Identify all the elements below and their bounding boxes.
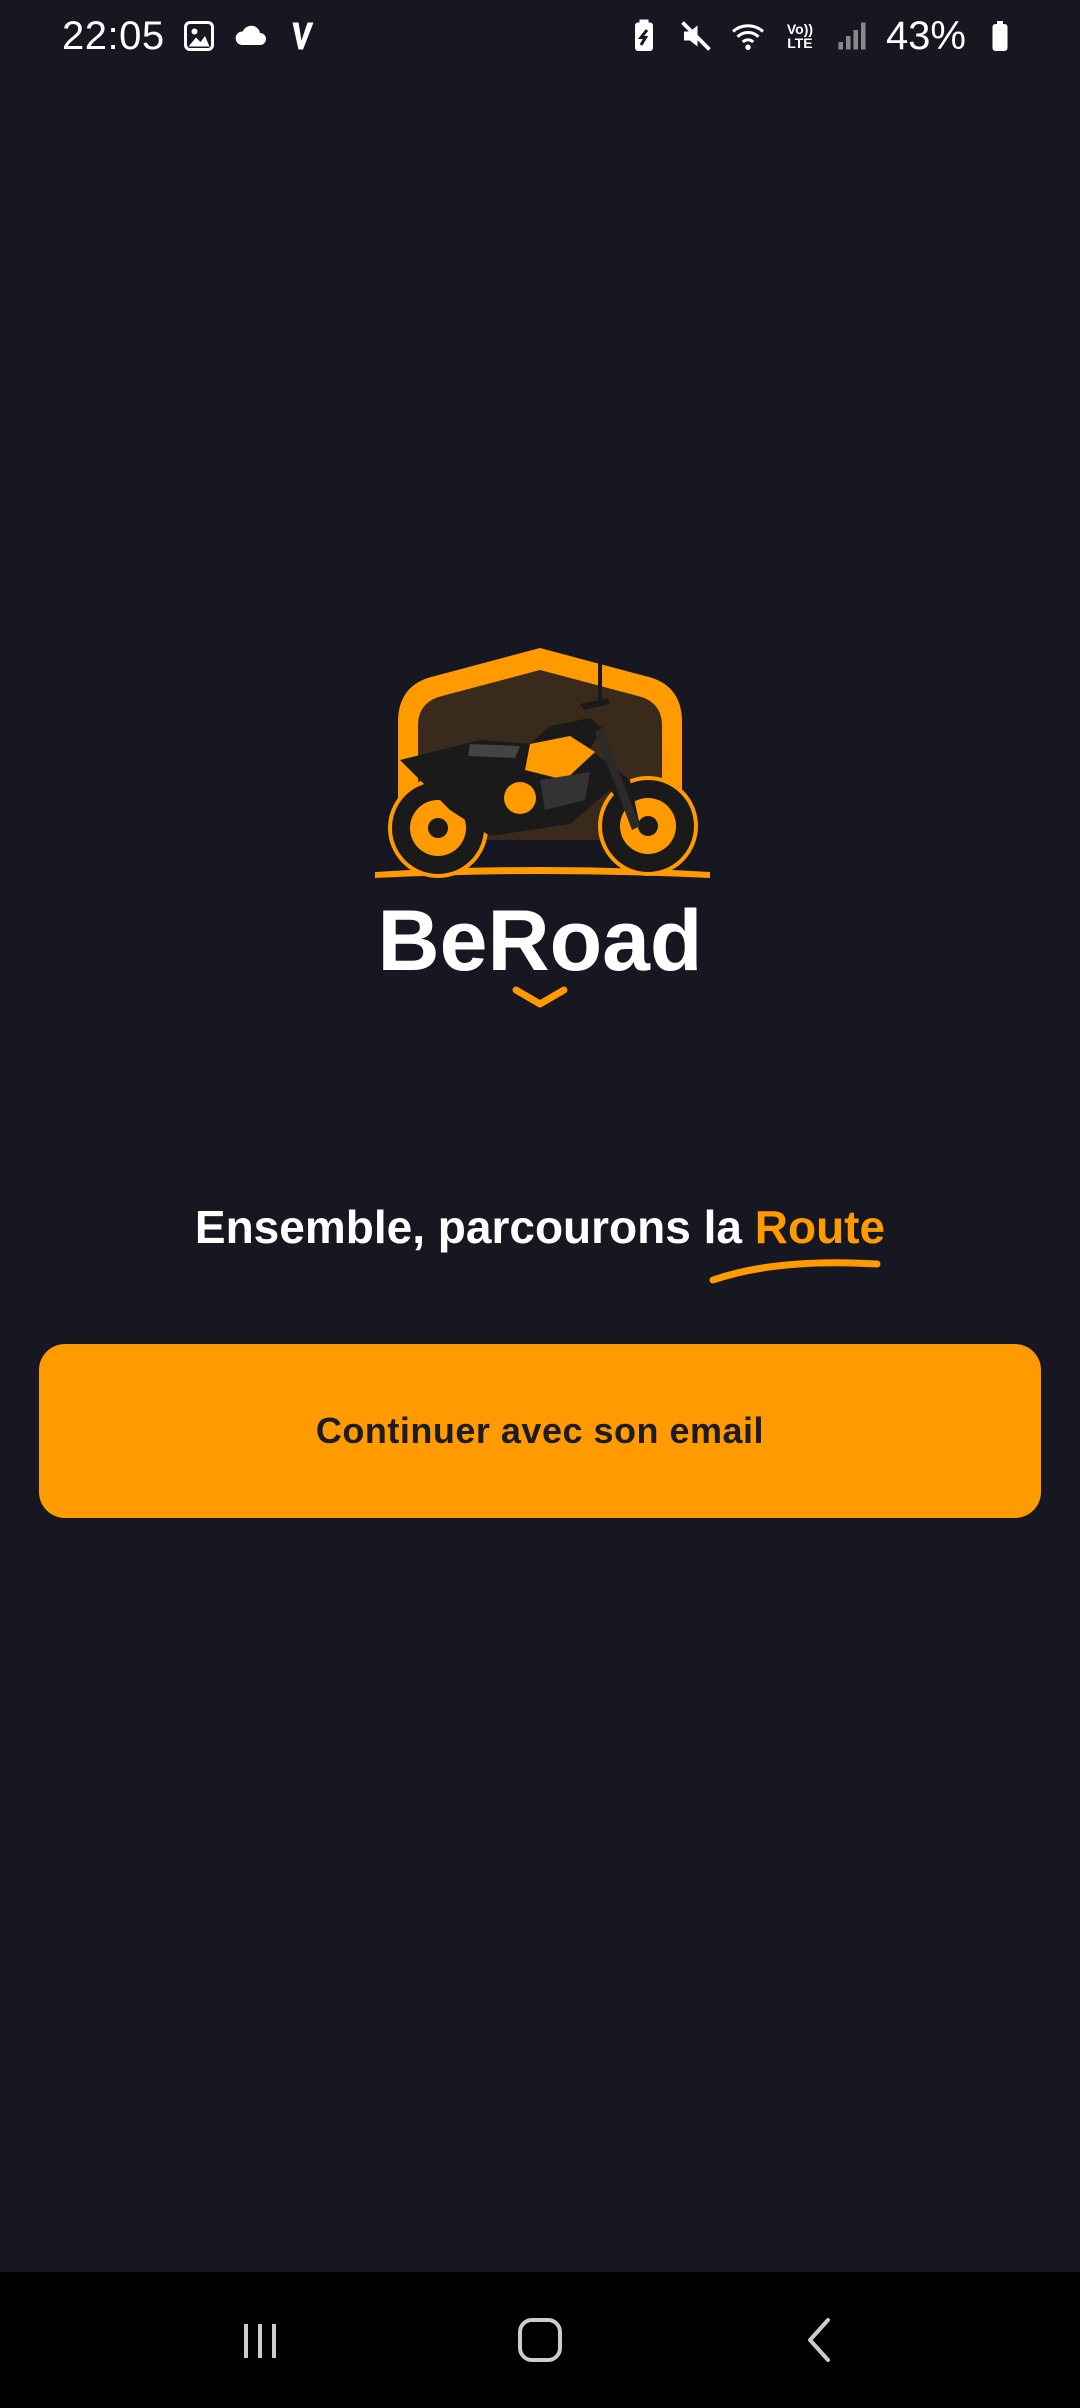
volte-label-bottom: LTE [787, 35, 813, 51]
status-right: Vo)) LTE 43% [626, 14, 1018, 59]
volte-label-top: Vo)) [786, 21, 814, 37]
battery-icon [982, 18, 1018, 54]
tagline-accent: Route [709, 1200, 886, 1284]
home-button[interactable] [480, 2290, 600, 2390]
splash-screen: 22:05 Vo)) LTE 43% BeRoad Ensemble, parc… [0, 0, 1080, 2408]
back-button[interactable] [760, 2290, 880, 2390]
continue-with-email-button[interactable]: Continuer avec son email [39, 1344, 1041, 1518]
wifi-icon [730, 18, 766, 54]
back-icon [808, 2318, 830, 2362]
tagline: Ensemble, parcourons la Route [0, 1200, 1080, 1284]
tagline-prefix: Ensemble, parcourons la [194, 1201, 742, 1253]
home-icon [518, 2318, 562, 2362]
tagline-accent-text: Route [754, 1201, 886, 1253]
mute-icon [678, 18, 714, 54]
status-bar: 22:05 Vo)) LTE 43% [0, 0, 1080, 72]
status-left: 22:05 [62, 14, 321, 59]
volte-icon: Vo)) LTE [782, 18, 818, 54]
brand-wordmark: BeRoad [378, 893, 703, 989]
recents-button[interactable] [200, 2290, 320, 2390]
image-icon [181, 18, 217, 54]
status-time: 22:05 [62, 13, 165, 58]
tagline-underline [709, 1259, 881, 1284]
navigation-bar [0, 2272, 1080, 2408]
signal-icon [834, 18, 870, 54]
beroad-logo: BeRoad [340, 640, 740, 1030]
v-app-icon [285, 18, 321, 54]
cloud-icon [233, 18, 269, 54]
recents-icon [244, 2324, 276, 2358]
battery-saver-icon [626, 18, 662, 54]
battery-percent: 43% [885, 13, 966, 58]
